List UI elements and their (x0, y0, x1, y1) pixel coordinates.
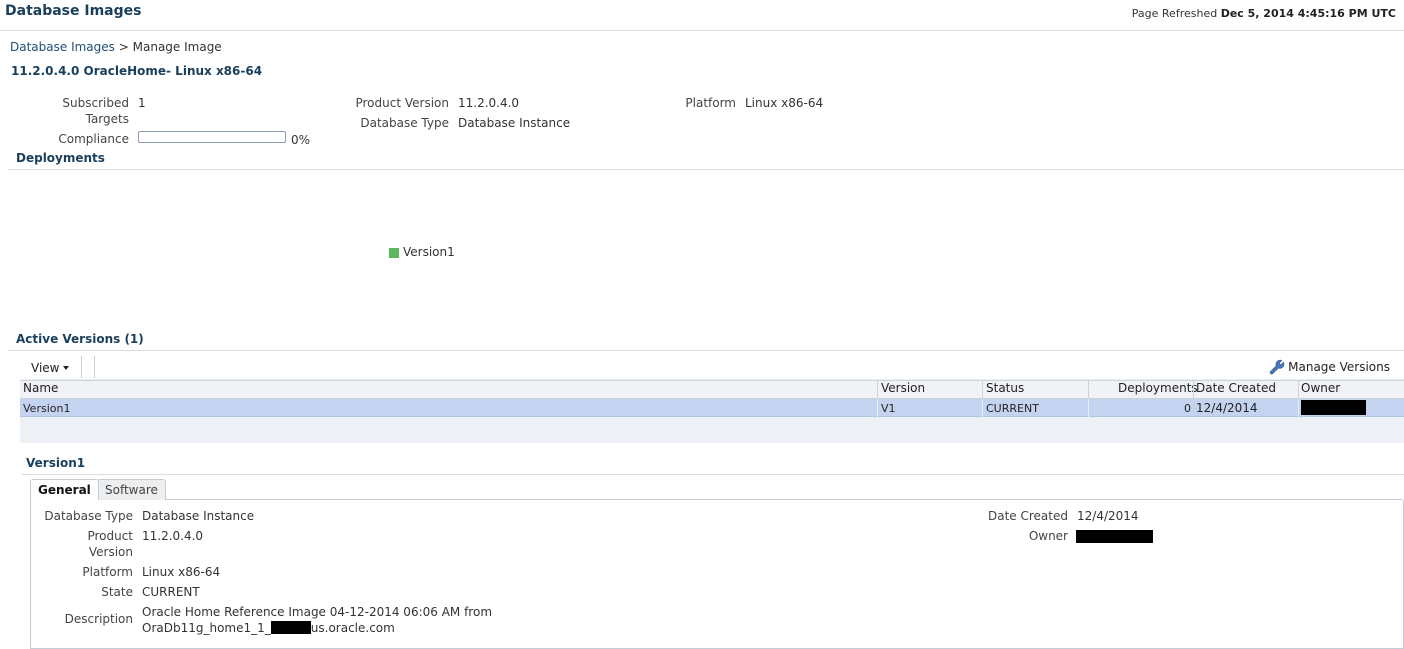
database-type-value: Database Instance (458, 116, 571, 130)
column-header-version[interactable]: Version (881, 381, 925, 395)
legend-swatch-version1 (389, 248, 399, 258)
detail-owner-label: Owner (1028, 529, 1068, 543)
column-separator (877, 380, 878, 399)
view-menu-label: View (31, 361, 60, 375)
description-host-prefix: OraDb11g_home1_1_ (142, 621, 271, 635)
refresh-time: Dec 5, 2014 4:45:16 PM UTC (1220, 7, 1396, 20)
compliance-label: Compliance (58, 132, 129, 146)
detail-database-type-value: Database Instance (142, 509, 255, 523)
subscribed-targets-value: 1 (138, 96, 146, 110)
manage-versions-button[interactable]: Manage Versions (1269, 359, 1390, 375)
subscribed-targets-label-1: Subscribed (62, 96, 129, 110)
legend-label-version1: Version1 (403, 245, 455, 259)
deployments-title: Deployments (16, 151, 105, 165)
product-version-label: Product Version (355, 96, 449, 110)
view-menu[interactable]: View (31, 361, 70, 375)
breadcrumb-current: Manage Image (132, 40, 222, 54)
toolbar-separator (94, 356, 95, 378)
cell-separator (1088, 399, 1089, 417)
column-separator (982, 380, 983, 399)
detail-product-version-label-2: Version (88, 545, 133, 559)
detail-description-line1: Oracle Home Reference Image 04-12-2014 0… (142, 605, 493, 619)
detail-description-line2: OraDb11g_home1_1_ us.oracle.com (142, 621, 395, 635)
tab-software[interactable]: Software (97, 479, 166, 500)
platform-value: Linux x86-64 (745, 96, 824, 110)
column-separator (1298, 380, 1299, 399)
table-toolbar (20, 355, 1404, 379)
column-separator (1193, 380, 1194, 399)
refresh-label: Page Refreshed (1131, 7, 1218, 20)
cell-version: V1 (881, 402, 896, 415)
version-detail-title: Version1 (26, 456, 86, 470)
detail-platform-value: Linux x86-64 (142, 565, 221, 579)
deployments-divider (8, 169, 1404, 170)
detail-database-type-label: Database Type (44, 509, 133, 523)
tab-general[interactable]: General (30, 479, 99, 500)
version-detail-divider (22, 474, 1404, 475)
breadcrumb: Database Images > Manage Image (10, 40, 222, 54)
cell-deployments: 0 (1184, 402, 1191, 415)
detail-state-value: CURRENT (142, 585, 200, 599)
detail-state-label: State (101, 585, 133, 599)
image-title: 11.2.0.4.0 OracleHome- Linux x86-64 (11, 64, 263, 78)
column-header-owner[interactable]: Owner (1301, 381, 1340, 395)
description-host-suffix: us.oracle.com (310, 621, 395, 635)
detail-product-version-label-1: Product (87, 529, 133, 543)
column-separator (1088, 380, 1089, 399)
page-refreshed: Page Refreshed Dec 5, 2014 4:45:16 PM UT… (1132, 7, 1396, 20)
page-title: Database Images (5, 3, 142, 19)
database-type-label: Database Type (360, 116, 449, 130)
cell-separator (982, 399, 983, 417)
breadcrumb-database-images-link[interactable]: Database Images (10, 40, 115, 54)
breadcrumb-separator: > (118, 40, 129, 54)
column-header-deployments[interactable]: Deployments (1118, 381, 1198, 395)
column-header-name[interactable]: Name (23, 381, 58, 395)
detail-platform-label: Platform (82, 565, 133, 579)
cell-status: CURRENT (986, 402, 1039, 415)
subscribed-targets-label-2: Targets (85, 112, 129, 126)
detail-description-label: Description (64, 612, 133, 626)
product-version-value: 11.2.0.4.0 (458, 96, 520, 110)
cell-separator (877, 399, 878, 417)
wrench-icon (1269, 359, 1285, 375)
cell-name: Version1 (23, 402, 71, 415)
description-host-redacted (270, 621, 311, 634)
manage-versions-label: Manage Versions (1288, 360, 1390, 374)
compliance-percent: 0% (291, 133, 311, 147)
detail-owner-redacted (1076, 530, 1153, 543)
detail-product-version-value: 11.2.0.4.0 (142, 529, 204, 543)
active-versions-divider (8, 350, 1404, 351)
cell-date-created: 12/4/2014 (1196, 401, 1258, 415)
detail-date-created-label: Date Created (988, 509, 1068, 523)
active-versions-title: Active Versions (1) (16, 332, 144, 346)
detail-date-created-value: 12/4/2014 (1077, 509, 1139, 523)
cell-separator (1298, 399, 1299, 417)
column-header-date-created[interactable]: Date Created (1196, 381, 1276, 395)
column-header-status[interactable]: Status (986, 381, 1024, 395)
compliance-progress-bar (138, 131, 286, 143)
platform-label: Platform (685, 96, 736, 110)
owner-redacted (1301, 400, 1366, 415)
toolbar-separator (81, 356, 82, 378)
chevron-down-icon (63, 366, 70, 370)
